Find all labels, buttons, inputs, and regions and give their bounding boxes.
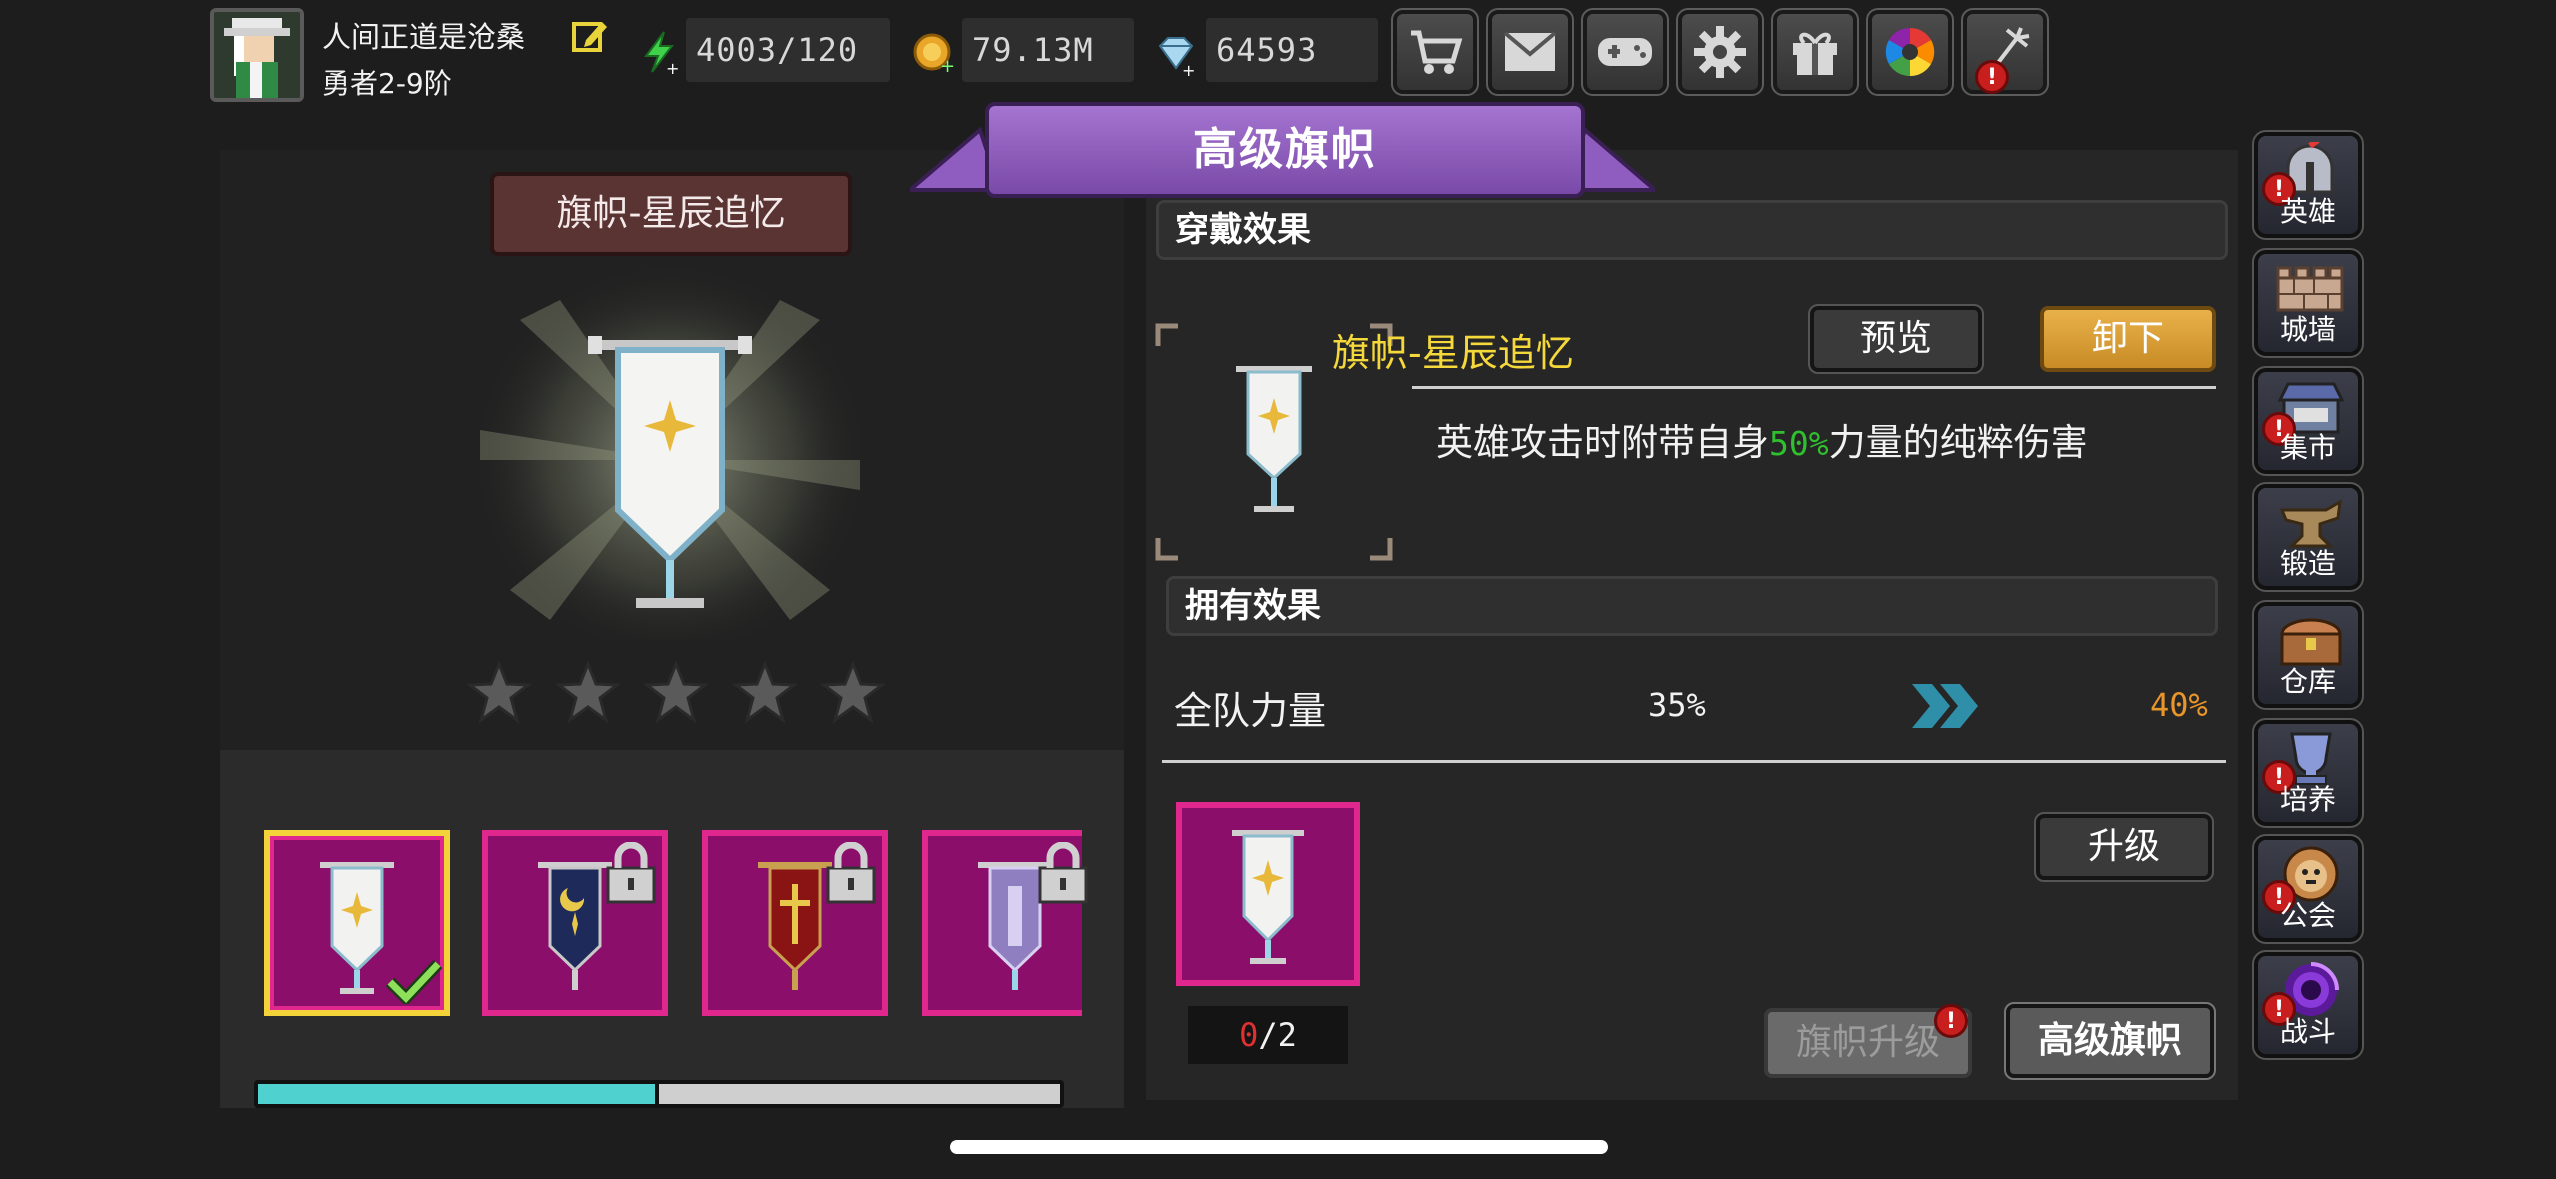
- effect-highlight-value: 50%: [1769, 424, 1829, 463]
- energy-value: 4003/120: [686, 18, 890, 82]
- theme-button[interactable]: [1866, 8, 1954, 96]
- home-indicator[interactable]: [950, 1140, 1608, 1154]
- energy-icon: +: [638, 30, 682, 78]
- gift-button[interactable]: [1771, 8, 1859, 96]
- wall-icon: [2276, 266, 2344, 312]
- sidebar-forge[interactable]: 锻造: [2252, 482, 2364, 592]
- lock-icon: [1038, 842, 1088, 904]
- window-title: 高级旗帜: [985, 102, 1585, 198]
- sidebar-cultivate[interactable]: ! 培养: [2252, 718, 2364, 828]
- star-empty-icon: [820, 660, 886, 724]
- star-empty-icon: [731, 660, 798, 724]
- preview-button[interactable]: 预览: [1808, 304, 1984, 374]
- scrollbar-thumb[interactable]: [258, 1084, 659, 1104]
- sidebar-guild[interactable]: ! 公会: [2252, 834, 2364, 944]
- player-avatar[interactable]: [210, 8, 304, 102]
- sidebar-label: 战斗: [2279, 1015, 2336, 1048]
- sidebar-market[interactable]: ! 集市: [2252, 366, 2364, 476]
- star-rating: [466, 660, 886, 730]
- edit-name-icon[interactable]: [570, 16, 610, 56]
- svg-text:+: +: [940, 56, 955, 74]
- gamepad-icon: [1598, 38, 1652, 66]
- banner-slot-selected[interactable]: [264, 830, 450, 1016]
- own-stat-name: 全队力量: [1174, 689, 1327, 733]
- settings-button[interactable]: [1676, 8, 1764, 96]
- sidebar-label: 集市: [2279, 431, 2336, 464]
- sidebar-label: 仓库: [2279, 665, 2336, 698]
- own-effect-header: 拥有效果: [1166, 576, 2218, 636]
- effect-text-before: 英雄攻击时附带自身: [1436, 421, 1769, 464]
- sidebar-hero[interactable]: ! 英雄: [2252, 130, 2364, 240]
- sidebar-label: 英雄: [2279, 195, 2336, 228]
- avatar-portrait-icon: [214, 12, 300, 98]
- player-rank: 勇者2-9阶: [322, 67, 452, 100]
- sidebar-wall[interactable]: 城墙: [2252, 248, 2364, 358]
- shop-button[interactable]: [1391, 8, 1479, 96]
- item-name: 旗帜-星辰追忆: [1332, 331, 1574, 375]
- sidebar-label: 培养: [2279, 783, 2336, 816]
- sidebar-battle[interactable]: ! 战斗: [2252, 950, 2364, 1060]
- upgrade-arrow-icon: [1912, 684, 1978, 728]
- banner-slot-2[interactable]: [482, 830, 668, 1016]
- mail-button[interactable]: [1486, 8, 1574, 96]
- stat-divider: [1162, 760, 2226, 763]
- upgrade-material-slot[interactable]: [1176, 802, 1360, 986]
- collection-scrollbar[interactable]: [254, 1080, 1064, 1108]
- banner-upgrade-alert-icon: !: [1934, 1004, 1968, 1038]
- unequip-button[interactable]: 卸下: [2040, 306, 2216, 372]
- item-name-plate: 旗帜-星辰追忆: [490, 172, 852, 256]
- svg-text:+: +: [1182, 61, 1195, 76]
- gold-coin-icon: +: [912, 30, 956, 77]
- gem-value: 64593: [1206, 18, 1378, 82]
- own-stat-current: 35%: [1648, 686, 1706, 724]
- minigame-button[interactable]: [1581, 8, 1669, 96]
- star-empty-icon: [466, 660, 532, 724]
- cart-icon: [1411, 30, 1463, 74]
- lock-icon: [826, 842, 876, 904]
- gear-icon: [1694, 26, 1746, 78]
- upgrade-button[interactable]: 升级: [2034, 812, 2214, 882]
- mail-icon: [1503, 31, 1557, 71]
- sidebar-label: 城墙: [2279, 313, 2336, 346]
- starlight-banner-icon: [1232, 830, 1304, 964]
- own-stat-next: 40%: [2150, 686, 2208, 724]
- sidebar-label: 锻造: [2279, 547, 2336, 580]
- gem-icon: +: [1154, 32, 1198, 80]
- banner-slot-3[interactable]: [702, 830, 888, 1016]
- equipped-check-icon: [386, 959, 442, 1004]
- gift-icon: [1793, 32, 1837, 75]
- advanced-banner-button[interactable]: 高级旗帜: [2004, 1002, 2216, 1080]
- event-button[interactable]: !: [1961, 8, 2049, 96]
- star-empty-icon: [643, 660, 709, 724]
- player-name: 人间正道是沧桑: [322, 20, 526, 54]
- sidebar-storage[interactable]: 仓库: [2252, 600, 2364, 710]
- banner-showcase-icon: [470, 260, 870, 640]
- banner-slot-4[interactable]: [922, 830, 1088, 1016]
- material-need: /2: [1258, 1016, 1297, 1054]
- lock-icon: [606, 842, 656, 904]
- gold-value: 79.13M: [962, 18, 1134, 82]
- svg-text:+: +: [666, 59, 679, 74]
- effect-text-after: 力量的纯粹伤害: [1828, 421, 2088, 464]
- equip-effect-header: 穿戴效果: [1156, 200, 2228, 260]
- sidebar-label: 公会: [2279, 899, 2336, 932]
- material-have: 0: [1239, 1016, 1259, 1054]
- star-empty-icon: [554, 660, 621, 724]
- name-divider: [1412, 386, 2216, 389]
- color-wheel-icon: [1885, 27, 1935, 77]
- event-alert-icon: !: [1975, 60, 2009, 94]
- material-count: 0/2: [1188, 1006, 1348, 1064]
- equip-effect-description: 英雄攻击时附带自身50%力量的纯粹伤害: [1436, 412, 2088, 466]
